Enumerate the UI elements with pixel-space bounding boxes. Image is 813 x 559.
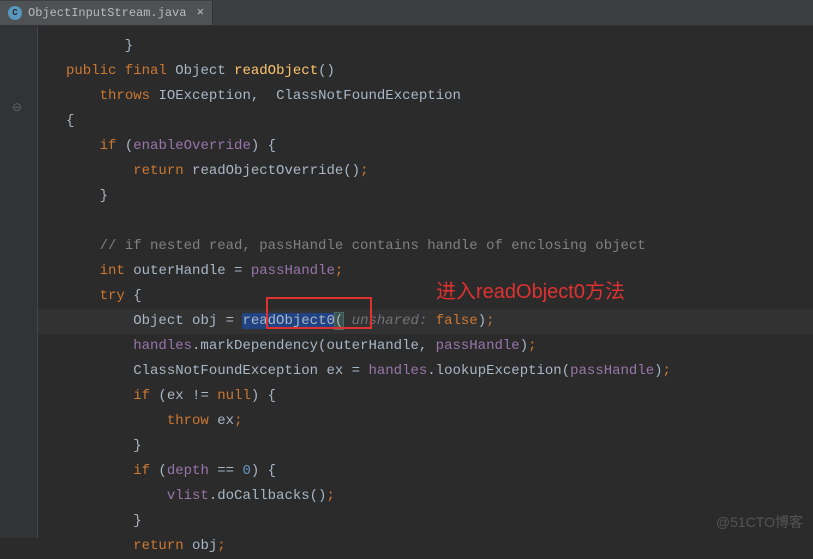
code-line: if (enableOverride) {	[38, 134, 813, 159]
java-class-icon	[8, 6, 22, 20]
code-line: return readObjectOverride();	[38, 159, 813, 184]
code-line: int outerHandle = passHandle;	[38, 259, 813, 284]
file-tab[interactable]: ObjectInputStream.java ×	[0, 1, 213, 25]
code-area[interactable]: } public final Object readObject() throw…	[38, 26, 813, 538]
code-line: ClassNotFoundException ex = handles.look…	[38, 359, 813, 384]
collapse-icon[interactable]: ⊖	[12, 100, 22, 115]
code-line: public final Object readObject()	[38, 59, 813, 84]
watermark: @51CTO博客	[716, 512, 803, 532]
code-line: handles.markDependency(outerHandle, pass…	[38, 334, 813, 359]
gutter[interactable]: ⊖	[0, 26, 38, 538]
code-line: }	[38, 184, 813, 209]
code-line: }	[38, 509, 813, 534]
code-line: if (ex != null) {	[38, 384, 813, 409]
code-line: // if nested read, passHandle contains h…	[38, 234, 813, 259]
tab-label: ObjectInputStream.java	[28, 6, 186, 20]
code-line: throw ex;	[38, 409, 813, 434]
code-line-active: Object obj = readObject0( unshared: fals…	[38, 309, 813, 334]
tab-bar: ObjectInputStream.java ×	[0, 0, 813, 26]
selected-identifier: readObject0	[242, 313, 334, 329]
code-line: }	[38, 434, 813, 459]
close-icon[interactable]: ×	[196, 5, 204, 20]
code-line: vlist.doCallbacks();	[38, 484, 813, 509]
code-line: {	[38, 109, 813, 134]
code-line: try {	[38, 284, 813, 309]
code-line: throws IOException, ClassNotFoundExcepti…	[38, 84, 813, 109]
editor-area: ⊖ } public final Object readObject() thr…	[0, 26, 813, 538]
code-line: }	[38, 34, 813, 59]
code-line	[38, 209, 813, 234]
code-line: if (depth == 0) {	[38, 459, 813, 484]
